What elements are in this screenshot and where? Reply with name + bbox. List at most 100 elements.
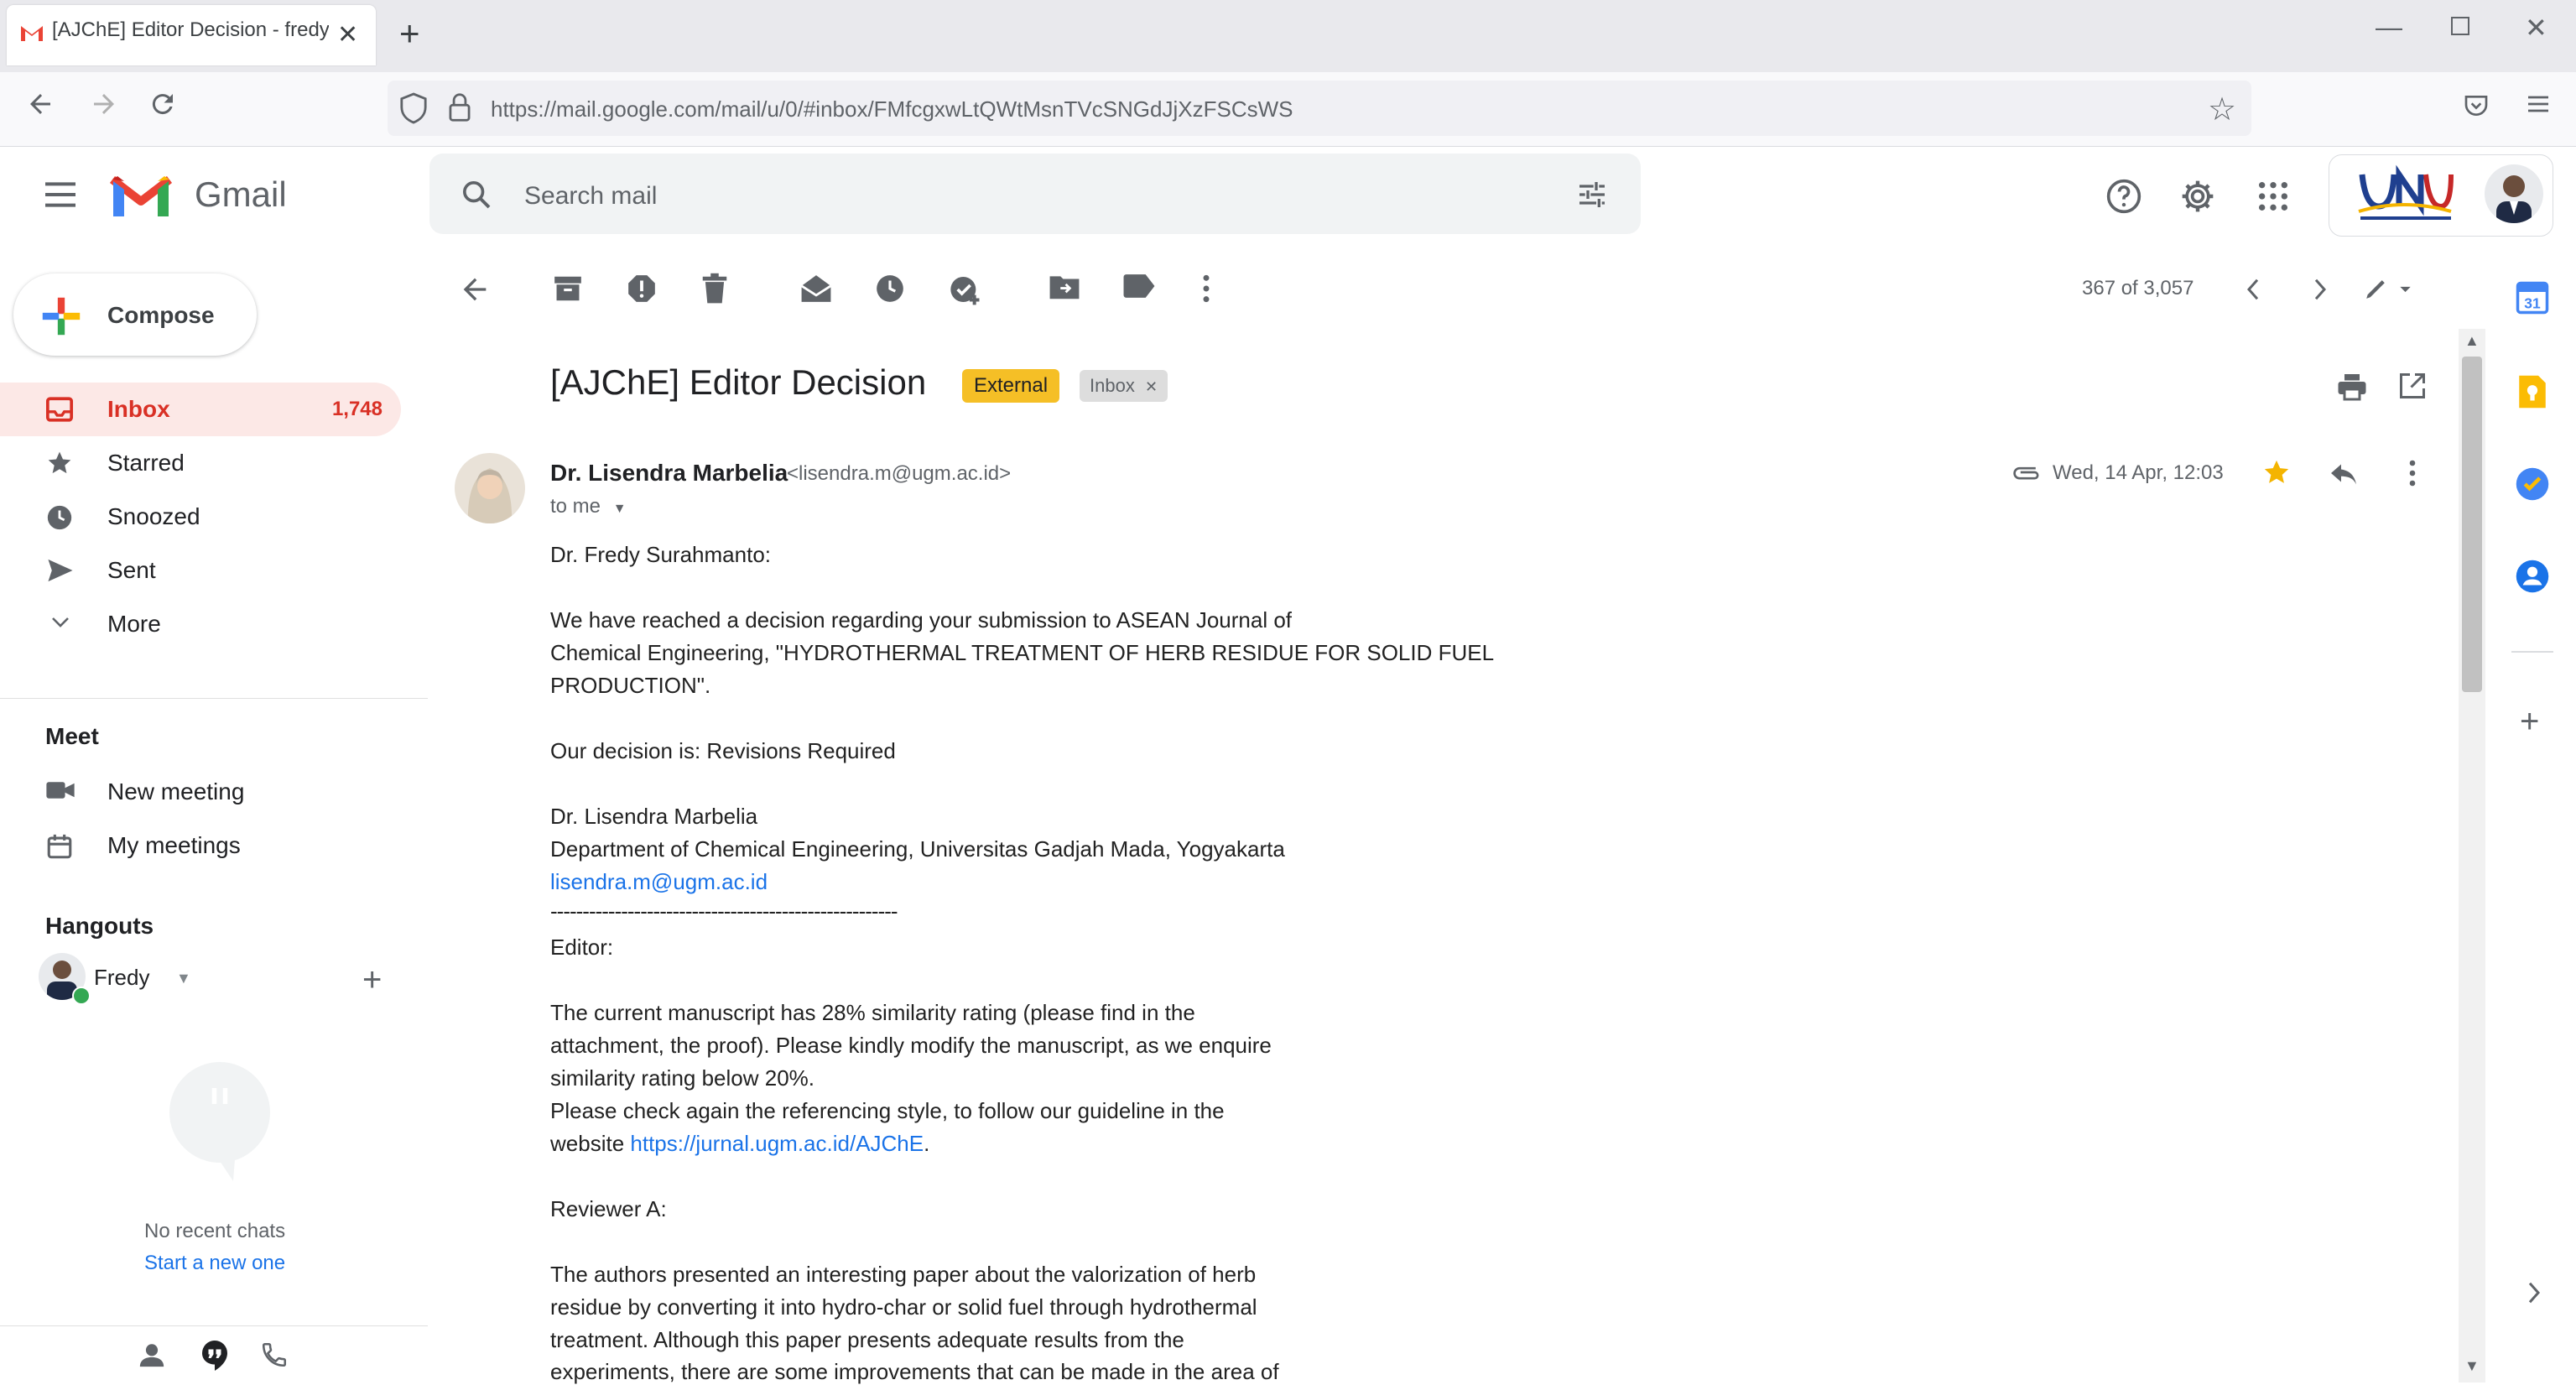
contacts-person-icon[interactable]: [138, 1341, 166, 1369]
body-line: The authors presented an interesting pap…: [550, 1262, 1257, 1287]
my-meetings-item[interactable]: My meetings: [0, 819, 401, 872]
star-icon[interactable]: [2261, 458, 2292, 487]
scroll-down-arrow-icon[interactable]: ▼: [2464, 1357, 2480, 1375]
calendar-icon: [45, 832, 74, 861]
google-tasks-icon[interactable]: [2515, 466, 2550, 502]
lock-icon[interactable]: [448, 92, 471, 122]
email-link[interactable]: lisendra.m@ugm.ac.id: [550, 869, 768, 895]
gmail-logo-icon[interactable]: [109, 173, 173, 220]
sidebar-divider: [0, 698, 428, 699]
status-dropdown-icon[interactable]: ▼: [176, 970, 191, 987]
print-icon[interactable]: [2337, 372, 2367, 401]
body-line: Reviewer A:: [550, 1196, 667, 1221]
inbox-label-text: Inbox: [1090, 375, 1135, 396]
scroll-up-arrow-icon[interactable]: ▲: [2464, 332, 2480, 350]
archive-icon[interactable]: [552, 273, 584, 305]
pocket-icon[interactable]: [2463, 92, 2490, 119]
search-icon[interactable]: [460, 178, 493, 211]
sidebar-item-label: More: [107, 611, 161, 637]
snooze-clock-icon[interactable]: [874, 273, 906, 305]
body-line: Dr. Lisendra Marbelia: [550, 804, 758, 829]
recipient-to-me[interactable]: to me ▼: [550, 495, 627, 518]
body-line: We have reached a decision regarding you…: [550, 607, 1293, 633]
sender-name[interactable]: Dr. Lisendra Marbelia: [550, 460, 788, 487]
body-line: Our decision is: Revisions Required: [550, 738, 896, 763]
browser-menu-icon[interactable]: [2525, 91, 2552, 117]
star-outline-icon: [45, 450, 74, 476]
start-new-chat-link[interactable]: Start a new one: [144, 1252, 285, 1275]
window-close-icon[interactable]: ✕: [2525, 12, 2547, 44]
apps-grid-icon[interactable]: [2256, 180, 2290, 213]
hangouts-chat-icon[interactable]: [200, 1339, 230, 1372]
remove-label-close-icon[interactable]: ✕: [1145, 378, 1158, 395]
expand-side-panel-chevron-icon[interactable]: [2525, 1280, 2543, 1305]
label-tag-icon[interactable]: [1122, 273, 1156, 299]
reload-icon[interactable]: [148, 89, 178, 119]
browser-forward-icon[interactable]: [89, 89, 119, 119]
support-icon[interactable]: [2105, 178, 2142, 215]
move-to-folder-icon[interactable]: [1049, 273, 1080, 301]
video-camera-icon: [45, 778, 75, 802]
body-line: residue by converting it into hydro-char…: [550, 1294, 1257, 1320]
browser-back-icon[interactable]: [25, 89, 55, 119]
tab-title: [AJChE] Editor Decision - fredy: [52, 18, 329, 41]
sidebar-item-label: Starred: [107, 450, 185, 476]
hangouts-title: Hangouts: [45, 913, 154, 939]
search-input[interactable]: Search mail: [524, 182, 657, 211]
sidebar-item-sent[interactable]: Sent: [0, 544, 401, 597]
message-more-vert-icon[interactable]: [2404, 458, 2421, 488]
open-in-new-window-icon[interactable]: [2397, 371, 2428, 401]
sidebar-item-more[interactable]: More: [0, 597, 401, 651]
bookmark-star-icon[interactable]: ☆: [2208, 91, 2236, 128]
main-menu-icon[interactable]: [42, 180, 79, 210]
body-line: Dr. Fredy Surahmanto:: [550, 542, 771, 567]
details-dropdown-icon[interactable]: ▼: [613, 502, 627, 516]
sender-avatar[interactable]: [455, 453, 525, 523]
reply-icon[interactable]: [2329, 460, 2359, 487]
back-to-inbox-icon[interactable]: [458, 273, 492, 306]
delete-trash-icon[interactable]: [700, 273, 730, 305]
body-line: Department of Chemical Engineering, Univ…: [550, 836, 1285, 862]
chevron-down-icon: [50, 616, 70, 629]
body-line: attachment, the proof). Please kindly mo…: [550, 1033, 1272, 1058]
minimize-icon[interactable]: —: [2376, 12, 2402, 43]
external-label-badge: External: [962, 369, 1060, 403]
more-vert-icon[interactable]: [1198, 273, 1215, 305]
report-spam-icon[interactable]: [626, 273, 658, 305]
new-conversation-plus-icon[interactable]: +: [362, 961, 382, 999]
restore-icon[interactable]: [2451, 17, 2469, 35]
add-to-tasks-icon[interactable]: [948, 273, 981, 306]
google-keep-icon[interactable]: [2516, 374, 2548, 409]
inbox-label-chip[interactable]: Inbox ✕: [1080, 370, 1168, 402]
shield-icon[interactable]: [399, 92, 428, 124]
body-line: Chemical Engineering, "HYDROTHERMAL TREA…: [550, 640, 1495, 665]
google-calendar-icon[interactable]: 31: [2515, 280, 2550, 315]
account-avatar[interactable]: [2485, 164, 2543, 223]
older-chevron-right-icon[interactable]: [2308, 277, 2332, 302]
phone-icon[interactable]: [260, 1341, 289, 1369]
google-contacts-icon[interactable]: [2515, 559, 2550, 594]
newer-chevron-left-icon[interactable]: [2241, 277, 2265, 302]
sidebar-item-starred[interactable]: Starred: [0, 436, 401, 490]
input-tools-pencil-icon[interactable]: [2364, 275, 2416, 304]
svg-text:": ": [206, 1076, 233, 1145]
sidebar-bottom-divider: [0, 1325, 428, 1326]
recipient-text: to me: [550, 495, 601, 518]
sidebar-item-snoozed[interactable]: Snoozed: [0, 490, 401, 544]
settings-gear-icon[interactable]: [2179, 178, 2216, 215]
search-options-icon[interactable]: [1575, 178, 1609, 211]
new-meeting-label: New meeting: [107, 778, 245, 804]
new-tab-icon[interactable]: +: [399, 13, 420, 54]
sidebar-item-inbox[interactable]: Inbox 1,748: [0, 383, 401, 436]
body-text: .: [924, 1131, 930, 1156]
scrollbar-thumb[interactable]: [2462, 357, 2482, 692]
journal-website-link[interactable]: https://jurnal.ugm.ac.id/AJChE: [630, 1131, 924, 1156]
svg-text:31: 31: [2524, 294, 2541, 311]
mark-as-unread-icon[interactable]: [799, 273, 834, 305]
body-line: similarity rating below 20%.: [550, 1065, 815, 1091]
get-addons-plus-icon[interactable]: +: [2520, 703, 2539, 741]
sidebar-item-label: Inbox: [107, 396, 170, 422]
tab-close-icon[interactable]: ✕: [337, 20, 358, 49]
new-meeting-item[interactable]: New meeting: [0, 765, 401, 819]
hangouts-user-name[interactable]: Fredy: [94, 965, 149, 991]
